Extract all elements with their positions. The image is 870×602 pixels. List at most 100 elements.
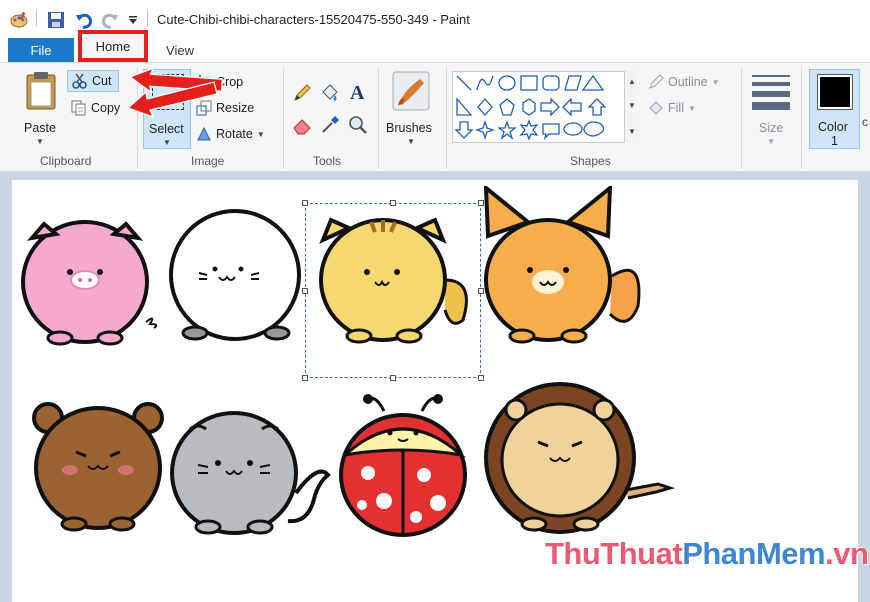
color-picker-icon[interactable] (320, 115, 340, 135)
group-divider (801, 67, 802, 169)
paste-button[interactable]: Paste ▼ (20, 69, 62, 149)
group-divider (446, 67, 447, 169)
paste-dropdown-icon: ▼ (36, 137, 44, 146)
color-1-swatch (817, 74, 853, 110)
outline-icon (649, 74, 664, 89)
resize-button[interactable]: Resize (196, 97, 262, 119)
resize-icon (196, 100, 212, 116)
crop-button[interactable]: Crop (196, 71, 256, 93)
divider (147, 10, 148, 26)
scroll-down-icon[interactable]: ▼ (628, 101, 636, 110)
selection-handle[interactable] (390, 375, 396, 381)
divider (36, 10, 37, 26)
shapes-scrollbar[interactable]: ▲ ▼ ▼ (624, 71, 638, 143)
cut-button[interactable]: Cut (67, 70, 119, 92)
brown-bear-character (32, 402, 164, 532)
selection-handle[interactable] (302, 288, 308, 294)
pig-character (21, 220, 158, 346)
expand-gallery-icon[interactable]: ▼ (628, 127, 636, 136)
orange-fox-character (483, 186, 641, 344)
color-1-button[interactable]: Color 1 (809, 69, 860, 149)
size-dropdown-icon: ▼ (767, 137, 775, 146)
tab-file[interactable]: File (8, 38, 74, 62)
rotate-label: Rotate (216, 127, 253, 141)
save-icon[interactable] (46, 10, 66, 30)
outline-dropdown-icon: ▼ (711, 77, 720, 87)
svg-text:A: A (350, 82, 365, 103)
group-divider (741, 67, 742, 169)
tab-home[interactable]: Home (78, 30, 148, 62)
outline-button[interactable]: Outline ▼ (648, 71, 738, 93)
gray-mouse-character (170, 411, 331, 535)
selection-handle[interactable] (478, 200, 484, 206)
window-title: Cute-Chibi-chibi-characters-15520475-550… (157, 12, 470, 27)
ribbon: Paste ▼ Cut Copy Clipboard Select ▼ Crop… (0, 62, 870, 172)
select-button[interactable]: Select ▼ (143, 69, 191, 149)
white-seal-character (169, 209, 301, 341)
fill-dropdown-icon: ▼ (687, 103, 696, 113)
shapes-gallery[interactable] (452, 71, 638, 143)
watermark-logo: ThuThuatPhanMem.vn (545, 536, 869, 572)
rotate-icon (197, 126, 211, 141)
fill-button[interactable]: Fill ▼ (648, 97, 718, 119)
tools-group-label: Tools (313, 154, 342, 168)
text-tool-icon[interactable]: A (348, 81, 368, 103)
size-button[interactable]: Size ▼ (748, 69, 794, 149)
select-icon (152, 74, 184, 110)
paste-icon (24, 71, 58, 114)
brushes-label: Brushes (386, 121, 432, 135)
copy-button[interactable]: Copy (67, 97, 127, 119)
cut-label: Cut (92, 74, 112, 88)
crop-icon (197, 75, 211, 89)
size-icon (752, 75, 790, 110)
fill-label: Fill (668, 101, 684, 115)
fill-bucket-icon[interactable] (320, 83, 340, 103)
undo-icon[interactable] (74, 10, 94, 30)
customize-toolbar-icon[interactable] (126, 10, 140, 30)
color-2-edge[interactable]: c (862, 115, 868, 129)
select-dropdown-icon: ▼ (163, 138, 171, 147)
group-divider (283, 67, 284, 169)
magnifier-icon[interactable] (348, 115, 368, 135)
brush-icon (392, 71, 430, 111)
tab-view[interactable]: View (160, 38, 200, 62)
group-divider (378, 67, 379, 169)
watermark-part-3: .vn (825, 536, 869, 571)
selection-handle[interactable] (478, 375, 484, 381)
copy-label: Copy (91, 101, 121, 115)
redo-icon[interactable] (100, 10, 120, 30)
selection-handle[interactable] (302, 200, 308, 206)
shapes-gallery-icons (454, 74, 607, 141)
crop-label: Crop (216, 75, 244, 89)
select-label: Select (149, 122, 184, 136)
fill-icon (649, 101, 663, 115)
brushes-dropdown-icon: ▼ (407, 137, 415, 146)
color-1-label: Color (818, 120, 848, 134)
resize-label: Resize (216, 101, 255, 115)
selection-handle[interactable] (478, 288, 484, 294)
rotate-dropdown-icon: ▼ (256, 129, 265, 139)
rotate-button[interactable]: Rotate ▼ (196, 123, 276, 145)
pencil-icon[interactable] (292, 83, 312, 103)
paint-app-icon[interactable] (8, 10, 30, 30)
outline-label: Outline (668, 75, 708, 89)
copy-icon (71, 100, 86, 116)
paste-label: Paste (24, 121, 56, 135)
ladybug-character (339, 394, 467, 537)
scissors-icon (72, 73, 87, 89)
ribbon-tabs: File Home View (0, 30, 870, 62)
lion-character (484, 382, 676, 534)
watermark-part-2: PhanMem (682, 536, 826, 571)
selection-handle[interactable] (390, 200, 396, 206)
scroll-up-icon[interactable]: ▲ (628, 77, 636, 86)
image-group-label: Image (191, 154, 225, 168)
shapes-group-label: Shapes (570, 154, 611, 168)
selection-rectangle[interactable] (305, 203, 481, 378)
color-1-number: 1 (831, 134, 838, 148)
selection-handle[interactable] (302, 375, 308, 381)
group-divider (137, 67, 138, 169)
brushes-button[interactable]: Brushes ▼ (384, 69, 438, 149)
eraser-icon[interactable] (292, 115, 312, 135)
clipboard-group-label: Clipboard (40, 154, 92, 168)
watermark-part-1: ThuThuat (545, 536, 683, 571)
